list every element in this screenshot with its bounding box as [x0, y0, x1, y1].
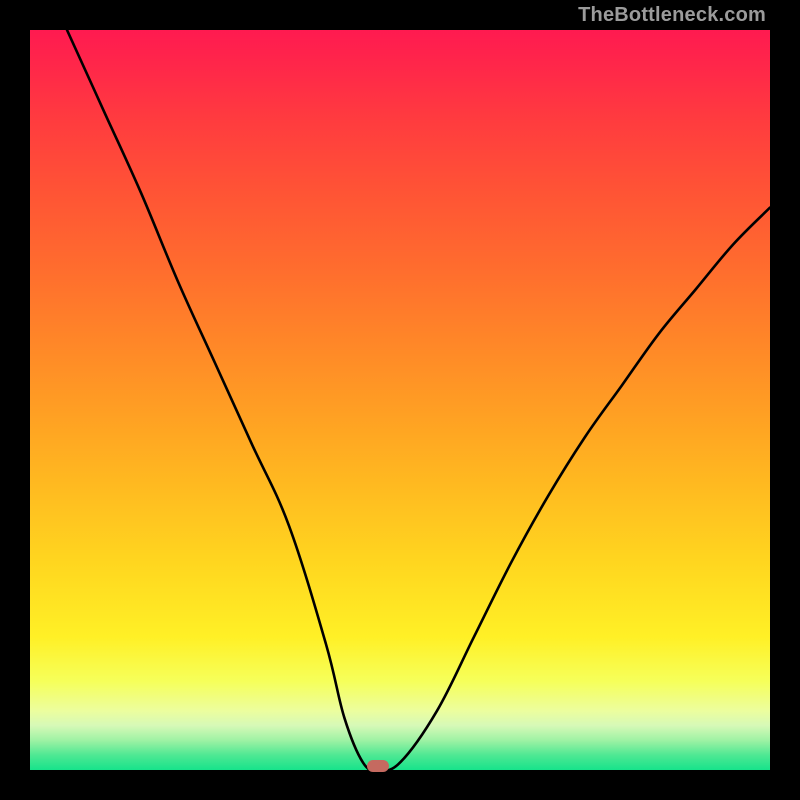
chart-frame: TheBottleneck.com	[0, 0, 800, 800]
bottleneck-curve	[30, 30, 770, 770]
plot-area	[30, 30, 770, 770]
watermark-text: TheBottleneck.com	[578, 4, 766, 27]
curve-path	[67, 30, 770, 770]
min-marker	[367, 760, 389, 772]
